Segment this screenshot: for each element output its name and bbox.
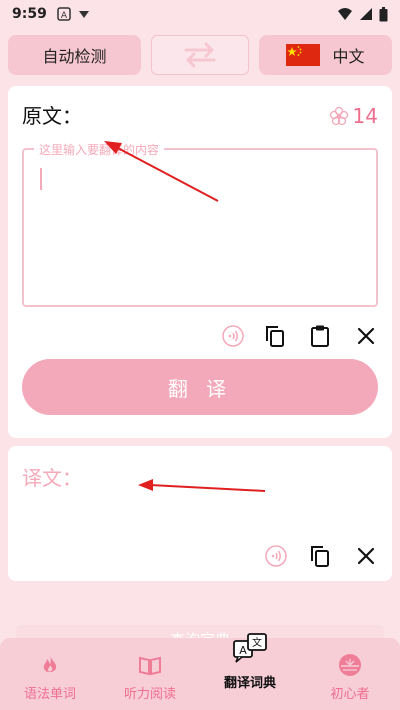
- copy-icon: [266, 326, 284, 347]
- flower-icon: [329, 106, 348, 126]
- drop-icon: [78, 11, 89, 18]
- wifi-icon: [338, 8, 352, 20]
- target-language-button[interactable]: 中文: [259, 35, 392, 75]
- china-flag-icon: [286, 44, 321, 66]
- nav-item-grammar[interactable]: 语法单词: [0, 638, 100, 710]
- book-icon: [138, 653, 162, 677]
- target-language-label: 中文: [332, 47, 365, 66]
- nav-item-translate[interactable]: A 文 翻译词典: [200, 633, 300, 710]
- paste-icon: [311, 325, 329, 347]
- copy-result-button[interactable]: [306, 542, 334, 570]
- nav-label: 初心者: [330, 687, 370, 702]
- text-caret: [40, 168, 42, 190]
- close-icon: [357, 547, 375, 565]
- nav-item-listening[interactable]: 听力阅读: [100, 638, 200, 710]
- speak-source-button[interactable]: [219, 322, 247, 350]
- svg-text:文: 文: [252, 636, 262, 649]
- translate-button[interactable]: 翻 译: [22, 359, 378, 415]
- result-title: 译文：: [22, 466, 82, 490]
- source-language-button[interactable]: 自动检测: [8, 35, 141, 75]
- result-card: 译文：: [8, 446, 392, 581]
- nav-label: 语法单词: [23, 687, 76, 702]
- copy-icon: [311, 546, 329, 567]
- flame-icon: [38, 653, 62, 677]
- result-toolbar: [8, 542, 392, 570]
- speak-icon: [265, 545, 287, 567]
- status-time: 9:59: [12, 6, 47, 22]
- svg-text:A: A: [61, 11, 68, 21]
- copy-source-button[interactable]: [261, 322, 289, 350]
- svg-text:A: A: [239, 644, 247, 657]
- a-badge-icon: A: [57, 7, 71, 21]
- signal-icon: [360, 8, 372, 20]
- source-card: 原文： 14 这里输入要翻译的内容 翻 译: [8, 86, 392, 438]
- nav-label: 听力阅读: [123, 687, 176, 702]
- language-bar: 自动检测 中文: [8, 35, 392, 77]
- nav-item-beginner[interactable]: 初心者: [300, 638, 400, 710]
- source-title: 原文：: [22, 104, 82, 128]
- swap-language-button[interactable]: [151, 35, 249, 75]
- sun-emblem-icon: [338, 653, 362, 677]
- nav-label: 翻译词典: [223, 676, 276, 691]
- status-bar: 9:59 A: [0, 0, 400, 28]
- swap-arrows-icon: [184, 42, 216, 68]
- speak-result-button[interactable]: [262, 542, 290, 570]
- battery-icon: [379, 6, 388, 21]
- source-toolbar: [8, 322, 392, 350]
- clear-source-button[interactable]: [352, 322, 380, 350]
- paste-button[interactable]: [306, 322, 334, 350]
- bottom-navigation: 语法单词 听力阅读 A 文 翻译词典 初心者: [0, 633, 400, 710]
- char-count-value: 14: [352, 104, 378, 128]
- speak-icon: [222, 325, 244, 347]
- char-count: 14: [329, 104, 378, 128]
- translate-icon: A 文: [232, 630, 268, 666]
- clear-result-button[interactable]: [352, 542, 380, 570]
- close-icon: [357, 327, 375, 345]
- source-text-input[interactable]: 这里输入要翻译的内容: [22, 141, 378, 307]
- input-placeholder: 这里输入要翻译的内容: [34, 141, 165, 158]
